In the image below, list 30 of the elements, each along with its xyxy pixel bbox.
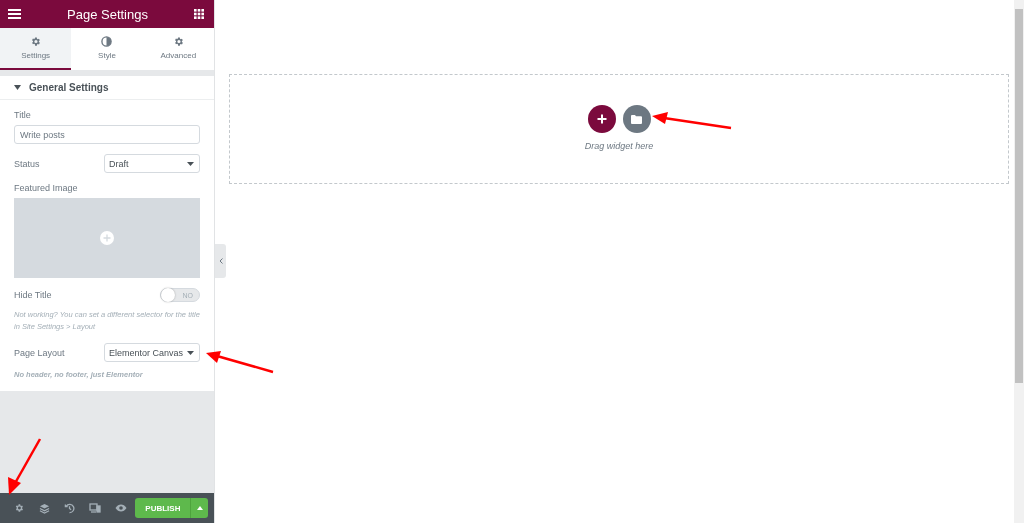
field-label: Featured Image — [14, 183, 79, 193]
caret-icon — [196, 506, 203, 510]
add-section-button[interactable] — [587, 105, 616, 133]
contrast-icon — [101, 36, 113, 47]
gear-icon — [172, 36, 184, 47]
select-field[interactable]: Draft — [104, 154, 200, 173]
menu-icon[interactable] — [8, 9, 21, 19]
select-field[interactable]: Elementor Canvas — [104, 343, 200, 362]
caret-icon — [14, 85, 21, 90]
grid-icon[interactable] — [194, 9, 204, 19]
drop-hint: Drag widget here — [584, 141, 654, 151]
template-folder-button[interactable] — [622, 105, 651, 133]
chevron-icon — [218, 258, 223, 264]
caret-icon — [187, 350, 194, 355]
annotation-arrow — [205, 349, 275, 375]
field-label: Status — [14, 158, 40, 169]
caret-icon — [187, 161, 194, 166]
title-input[interactable]: Write posts — [14, 125, 200, 144]
field-label: Page Layout — [14, 347, 65, 358]
field-label: Title — [14, 110, 32, 120]
gear-icon — [30, 36, 42, 47]
panel-title: Page Settings — [67, 6, 148, 22]
add-image-icon — [100, 231, 114, 245]
panel-tab[interactable]: Settings — [0, 28, 72, 70]
field-label: Hide Title — [14, 290, 52, 300]
plus-icon — [596, 114, 607, 124]
section-header[interactable]: General Settings — [0, 76, 214, 100]
scrollbar[interactable] — [1014, 0, 1024, 523]
publish-options-button[interactable] — [190, 498, 208, 518]
folder-icon — [631, 114, 642, 124]
